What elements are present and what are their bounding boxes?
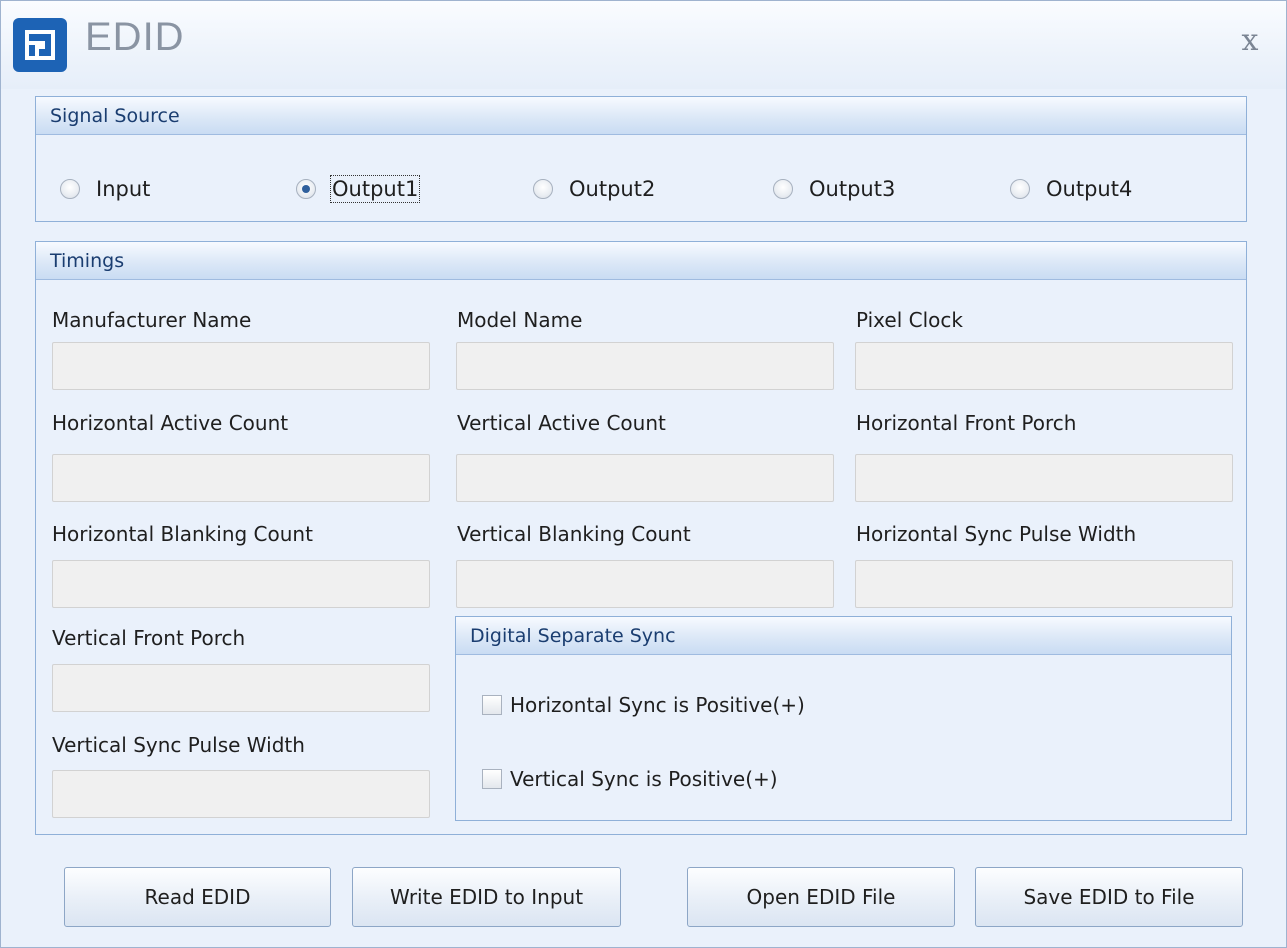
- vertical-blanking-count-field[interactable]: [456, 560, 834, 608]
- window-title: EDID: [85, 15, 185, 59]
- model-name-label: Model Name: [457, 308, 583, 332]
- signal-source-group: Signal Source Input Output1 Output2 Outp…: [35, 96, 1247, 222]
- radio-output3[interactable]: Output3: [773, 175, 895, 203]
- horizontal-sync-positive-box[interactable]: [482, 695, 502, 715]
- open-edid-file-button[interactable]: Open EDID File: [687, 867, 955, 927]
- radio-output1-label: Output1: [329, 175, 421, 203]
- radio-input[interactable]: Input: [60, 175, 150, 203]
- radio-output4[interactable]: Output4: [1010, 175, 1132, 203]
- radio-output1-dot[interactable]: [296, 179, 316, 199]
- save-edid-to-file-button[interactable]: Save EDID to File: [975, 867, 1243, 927]
- horizontal-active-count-label: Horizontal Active Count: [52, 411, 289, 435]
- pixel-clock-field[interactable]: [855, 342, 1233, 390]
- pixel-clock-label: Pixel Clock: [856, 308, 963, 332]
- radio-input-dot[interactable]: [60, 179, 80, 199]
- vertical-sync-pulse-width-label: Vertical Sync Pulse Width: [52, 733, 305, 757]
- signal-source-header: Signal Source: [36, 97, 1246, 135]
- radio-output3-label: Output3: [809, 177, 896, 201]
- radio-output2[interactable]: Output2: [533, 175, 655, 203]
- horizontal-sync-pulse-width-field[interactable]: [855, 560, 1233, 608]
- horizontal-sync-positive-checkbox[interactable]: Horizontal Sync is Positive(+): [482, 690, 805, 720]
- horizontal-sync-positive-label: Horizontal Sync is Positive(+): [510, 693, 805, 717]
- radio-output3-dot[interactable]: [773, 179, 793, 199]
- horizontal-active-count-field[interactable]: [52, 454, 430, 502]
- vertical-sync-positive-checkbox[interactable]: Vertical Sync is Positive(+): [482, 764, 778, 794]
- app-logo-glyph: [25, 30, 55, 60]
- manufacturer-name-label: Manufacturer Name: [52, 308, 252, 332]
- digital-separate-sync-header: Digital Separate Sync: [456, 617, 1231, 655]
- horizontal-blanking-count-field[interactable]: [52, 560, 430, 608]
- write-edid-to-input-button[interactable]: Write EDID to Input: [352, 867, 621, 927]
- app-logo-icon: [13, 18, 67, 72]
- vertical-blanking-count-label: Vertical Blanking Count: [457, 522, 691, 546]
- model-name-field[interactable]: [456, 342, 834, 390]
- vertical-active-count-label: Vertical Active Count: [457, 411, 666, 435]
- timings-group: Timings Manufacturer Name Model Name Pix…: [35, 241, 1247, 835]
- vertical-sync-positive-box[interactable]: [482, 769, 502, 789]
- horizontal-front-porch-field[interactable]: [855, 454, 1233, 502]
- radio-output2-label: Output2: [569, 177, 656, 201]
- close-icon[interactable]: x: [1232, 23, 1268, 59]
- radio-output4-label: Output4: [1046, 177, 1133, 201]
- vertical-active-count-field[interactable]: [456, 454, 834, 502]
- radio-output4-dot[interactable]: [1010, 179, 1030, 199]
- vertical-front-porch-label: Vertical Front Porch: [52, 626, 246, 650]
- radio-output1[interactable]: Output1: [296, 175, 421, 203]
- manufacturer-name-field[interactable]: [52, 342, 430, 390]
- vertical-sync-positive-label: Vertical Sync is Positive(+): [510, 767, 778, 791]
- vertical-front-porch-field[interactable]: [52, 664, 430, 712]
- horizontal-front-porch-label: Horizontal Front Porch: [856, 411, 1077, 435]
- horizontal-sync-pulse-width-label: Horizontal Sync Pulse Width: [856, 522, 1137, 546]
- read-edid-button[interactable]: Read EDID: [64, 867, 331, 927]
- edid-window: EDID x Signal Source Input Output1 Outpu…: [0, 0, 1287, 948]
- timings-header: Timings: [36, 242, 1246, 280]
- title-bar: EDID x: [1, 1, 1286, 89]
- radio-input-label: Input: [96, 177, 151, 201]
- vertical-sync-pulse-width-field[interactable]: [52, 770, 430, 818]
- digital-separate-sync-group: Digital Separate Sync Horizontal Sync is…: [455, 616, 1232, 821]
- horizontal-blanking-count-label: Horizontal Blanking Count: [52, 522, 313, 546]
- radio-output2-dot[interactable]: [533, 179, 553, 199]
